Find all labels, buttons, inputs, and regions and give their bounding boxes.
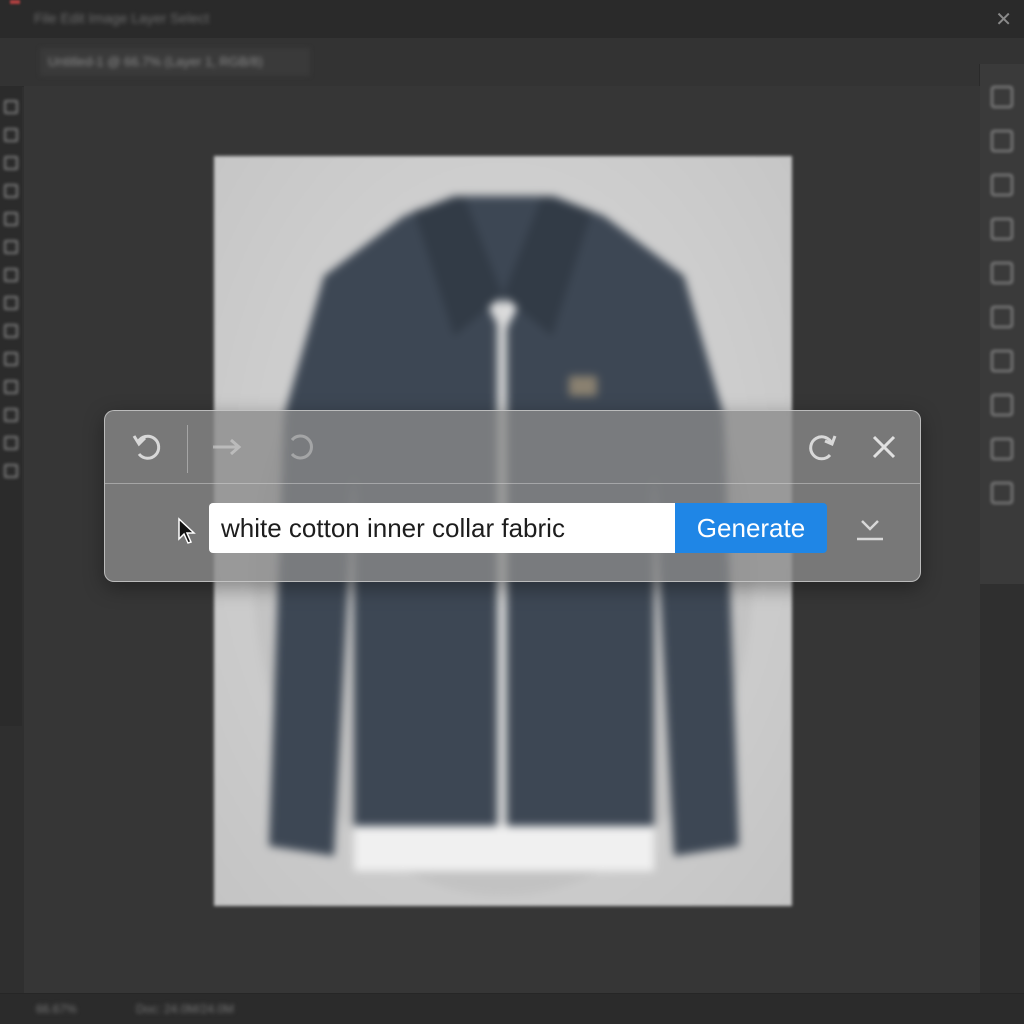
generate-button[interactable]: Generate — [675, 503, 827, 553]
menu-bar: File Edit Image Layer Select ✕ — [0, 0, 1024, 39]
lasso-icon[interactable] — [4, 156, 18, 170]
prompt-input[interactable] — [209, 503, 675, 553]
tool-bar — [0, 86, 22, 726]
options-bar: Untitled-1 @ 66.7% (Layer 1, RGB/8) — [0, 38, 1024, 87]
crop-icon[interactable] — [4, 184, 18, 198]
redo-icon[interactable] — [283, 429, 319, 465]
redo-arrow-icon[interactable] — [209, 429, 245, 465]
zoom-level[interactable]: 66.67% — [36, 1002, 77, 1016]
undo-icon[interactable] — [129, 429, 165, 465]
move-icon[interactable] — [4, 100, 18, 114]
adjust-icon[interactable] — [991, 86, 1013, 108]
zoom-icon[interactable] — [4, 464, 18, 478]
chevron-down-icon[interactable] — [847, 511, 893, 547]
app-indicator — [10, 0, 20, 4]
status-bar: 66.67% Doc: 24.0M/24.0M — [0, 993, 1024, 1024]
menu-items[interactable]: File Edit Image Layer Select — [34, 10, 209, 26]
document-tab[interactable]: Untitled-1 @ 66.7% (Layer 1, RGB/8) — [40, 48, 310, 76]
layers-icon[interactable] — [991, 174, 1013, 196]
mouse-cursor-icon — [177, 517, 197, 550]
marquee-icon[interactable] — [4, 128, 18, 142]
paths-icon[interactable] — [991, 438, 1013, 460]
toolbar-separator — [187, 425, 188, 473]
document-info: Doc: 24.0M/24.0M — [136, 1002, 235, 1016]
eyedropper-icon[interactable] — [4, 212, 18, 226]
brush-panel-icon[interactable] — [991, 130, 1013, 152]
generative-fill-panel: Generate — [104, 410, 921, 582]
hand-icon[interactable] — [4, 436, 18, 450]
gradient-icon[interactable] — [4, 324, 18, 338]
libraries-icon[interactable] — [991, 482, 1013, 504]
type-icon[interactable] — [4, 380, 18, 394]
close-icon[interactable] — [866, 429, 902, 465]
pen-panel-icon[interactable] — [991, 262, 1013, 284]
close-icon[interactable]: ✕ — [995, 7, 1012, 32]
panel-dock — [979, 64, 1024, 584]
brush-icon[interactable] — [4, 240, 18, 254]
refresh-icon[interactable] — [804, 429, 840, 465]
clone-icon[interactable] — [4, 268, 18, 282]
pen-icon[interactable] — [4, 352, 18, 366]
panel-toolbar — [105, 411, 920, 484]
swatches-icon[interactable] — [991, 306, 1013, 328]
properties-icon[interactable] — [991, 350, 1013, 372]
shape-icon[interactable] — [4, 408, 18, 422]
channels-icon[interactable] — [991, 394, 1013, 416]
history-icon[interactable] — [991, 218, 1013, 240]
eraser-icon[interactable] — [4, 296, 18, 310]
